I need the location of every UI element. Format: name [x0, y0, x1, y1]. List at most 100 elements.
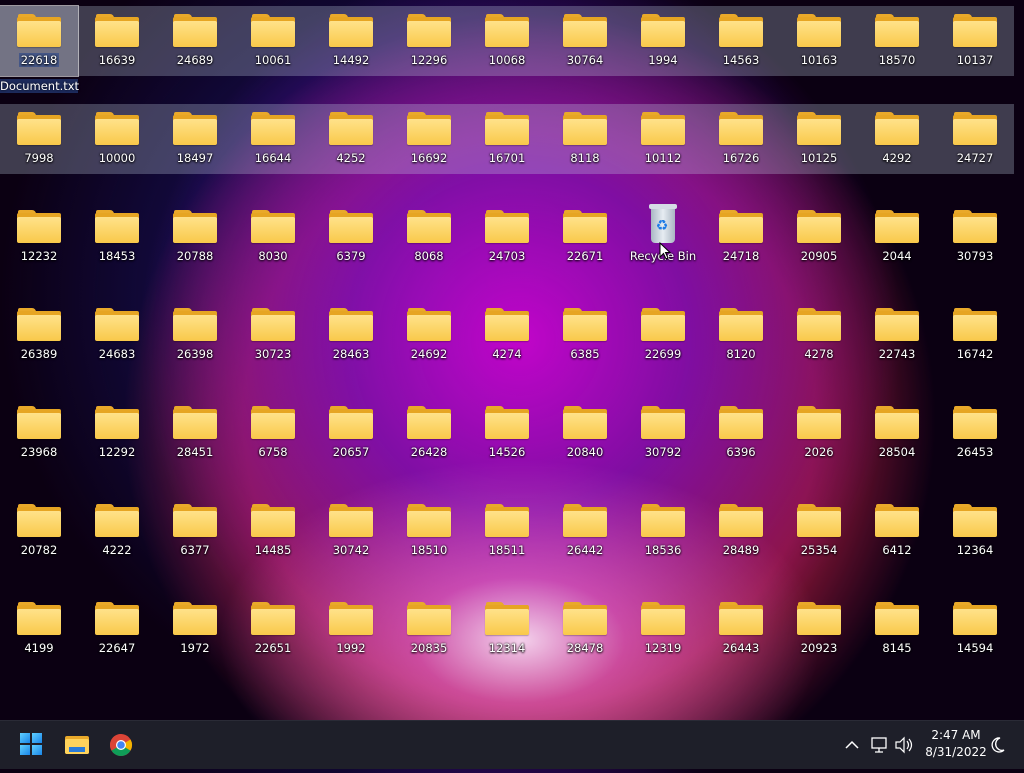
- desktop-folder[interactable]: 18510: [390, 496, 468, 566]
- desktop-folder[interactable]: 16644: [234, 104, 312, 174]
- desktop-folder[interactable]: 6379: [312, 202, 390, 272]
- desktop-folder[interactable]: 8068: [390, 202, 468, 272]
- desktop[interactable]: 22618 Document.txt 16639 24689 10061 14492 122…: [0, 0, 1024, 720]
- desktop-folder[interactable]: 8118: [546, 104, 624, 174]
- desktop-folder[interactable]: 22651: [234, 594, 312, 664]
- desktop-folder[interactable]: 6412: [858, 496, 936, 566]
- desktop-folder[interactable]: 28504: [858, 398, 936, 468]
- desktop-folder[interactable]: 12296: [390, 6, 468, 76]
- desktop-folder[interactable]: 30793: [936, 202, 1014, 272]
- desktop-folder[interactable]: 7998: [0, 104, 78, 174]
- desktop-folder[interactable]: 22743: [858, 300, 936, 370]
- desktop-folder[interactable]: 26442: [546, 496, 624, 566]
- desktop-folder[interactable]: 4222: [78, 496, 156, 566]
- recycle-bin[interactable]: ♻ Recycle Bin: [624, 202, 702, 272]
- desktop-folder[interactable]: 8120: [702, 300, 780, 370]
- desktop-folder[interactable]: 28478: [546, 594, 624, 664]
- desktop-folder[interactable]: 4252: [312, 104, 390, 174]
- desktop-folder[interactable]: 24683: [78, 300, 156, 370]
- desktop-folder[interactable]: 18570: [858, 6, 936, 76]
- desktop-folder[interactable]: 22618 Document.txt: [0, 5, 79, 93]
- volume-button[interactable]: [893, 721, 915, 769]
- desktop-folder[interactable]: 4199: [0, 594, 78, 664]
- desktop-folder[interactable]: 20835: [390, 594, 468, 664]
- desktop-folder[interactable]: 18511: [468, 496, 546, 566]
- desktop-folder[interactable]: 10112: [624, 104, 702, 174]
- desktop-folder[interactable]: 4292: [858, 104, 936, 174]
- desktop-folder[interactable]: 14563: [702, 6, 780, 76]
- desktop-folder[interactable]: 26398: [156, 300, 234, 370]
- desktop-folder[interactable]: 24727: [936, 104, 1014, 174]
- desktop-folder[interactable]: 22671: [546, 202, 624, 272]
- desktop-folder[interactable]: 16701: [468, 104, 546, 174]
- desktop-folder[interactable]: 30723: [234, 300, 312, 370]
- desktop-folder[interactable]: 24718: [702, 202, 780, 272]
- desktop-folder[interactable]: 14526: [468, 398, 546, 468]
- desktop-folder[interactable]: 1994: [624, 6, 702, 76]
- desktop-folder[interactable]: 10000: [78, 104, 156, 174]
- desktop-folder[interactable]: 14492: [312, 6, 390, 76]
- desktop-folder[interactable]: 24703: [468, 202, 546, 272]
- desktop-folder[interactable]: 12292: [78, 398, 156, 468]
- desktop-folder[interactable]: 20840: [546, 398, 624, 468]
- desktop-folder[interactable]: 25354: [780, 496, 858, 566]
- desktop-folder[interactable]: 24692: [390, 300, 468, 370]
- desktop-folder[interactable]: 20923: [780, 594, 858, 664]
- desktop-folder[interactable]: 20657: [312, 398, 390, 468]
- network-button[interactable]: [869, 721, 889, 769]
- desktop-folder[interactable]: 1992: [312, 594, 390, 664]
- desktop-folder[interactable]: 23968: [0, 398, 78, 468]
- desktop-folder[interactable]: 12314: [468, 594, 546, 664]
- file-explorer-button[interactable]: [57, 725, 97, 765]
- desktop-folder[interactable]: 16742: [936, 300, 1014, 370]
- desktop-folder[interactable]: 30792: [624, 398, 702, 468]
- desktop-folder[interactable]: 16726: [702, 104, 780, 174]
- desktop-folder[interactable]: 1972: [156, 594, 234, 664]
- start-button[interactable]: [12, 725, 52, 765]
- desktop-folder[interactable]: 18536: [624, 496, 702, 566]
- desktop-folder[interactable]: 28463: [312, 300, 390, 370]
- desktop-folder[interactable]: 12364: [936, 496, 1014, 566]
- focus-assist-button[interactable]: [988, 721, 1008, 769]
- desktop-folder[interactable]: 24689: [156, 6, 234, 76]
- desktop-folder[interactable]: 20782: [0, 496, 78, 566]
- desktop-folder[interactable]: 6385: [546, 300, 624, 370]
- desktop-folder[interactable]: 26428: [390, 398, 468, 468]
- desktop-folder[interactable]: 8145: [858, 594, 936, 664]
- desktop-folder[interactable]: 6758: [234, 398, 312, 468]
- rename-text-box[interactable]: Document.txt: [0, 79, 79, 93]
- desktop-folder[interactable]: 4278: [780, 300, 858, 370]
- desktop-folder[interactable]: 28489: [702, 496, 780, 566]
- desktop-folder[interactable]: 26453: [936, 398, 1014, 468]
- desktop-folder[interactable]: 18453: [78, 202, 156, 272]
- desktop-folder[interactable]: 8030: [234, 202, 312, 272]
- desktop-folder[interactable]: 22647: [78, 594, 156, 664]
- show-hidden-icons-button[interactable]: [842, 721, 862, 769]
- chrome-button[interactable]: [101, 725, 141, 765]
- desktop-folder[interactable]: 2026: [780, 398, 858, 468]
- desktop-folder[interactable]: 12319: [624, 594, 702, 664]
- desktop-folder[interactable]: 12232: [0, 202, 78, 272]
- desktop-folder[interactable]: 10137: [936, 6, 1014, 76]
- desktop-folder[interactable]: 14485: [234, 496, 312, 566]
- desktop-folder[interactable]: 6396: [702, 398, 780, 468]
- desktop-folder[interactable]: 14594: [936, 594, 1014, 664]
- desktop-folder[interactable]: 10061: [234, 6, 312, 76]
- desktop-folder[interactable]: 16692: [390, 104, 468, 174]
- taskbar-clock[interactable]: 2:47 AM 8/31/2022: [916, 727, 996, 761]
- desktop-folder[interactable]: 22699: [624, 300, 702, 370]
- desktop-folder[interactable]: 16639: [78, 6, 156, 76]
- desktop-folder[interactable]: 30764: [546, 6, 624, 76]
- desktop-folder[interactable]: 6377: [156, 496, 234, 566]
- desktop-folder[interactable]: 30742: [312, 496, 390, 566]
- desktop-folder[interactable]: 10068: [468, 6, 546, 76]
- desktop-folder[interactable]: 20905: [780, 202, 858, 272]
- desktop-folder[interactable]: 20788: [156, 202, 234, 272]
- desktop-folder[interactable]: 26389: [0, 300, 78, 370]
- desktop-folder[interactable]: 18497: [156, 104, 234, 174]
- desktop-folder[interactable]: 26443: [702, 594, 780, 664]
- desktop-folder[interactable]: 4274: [468, 300, 546, 370]
- desktop-folder[interactable]: 10125: [780, 104, 858, 174]
- desktop-folder[interactable]: 2044: [858, 202, 936, 272]
- desktop-folder[interactable]: 10163: [780, 6, 858, 76]
